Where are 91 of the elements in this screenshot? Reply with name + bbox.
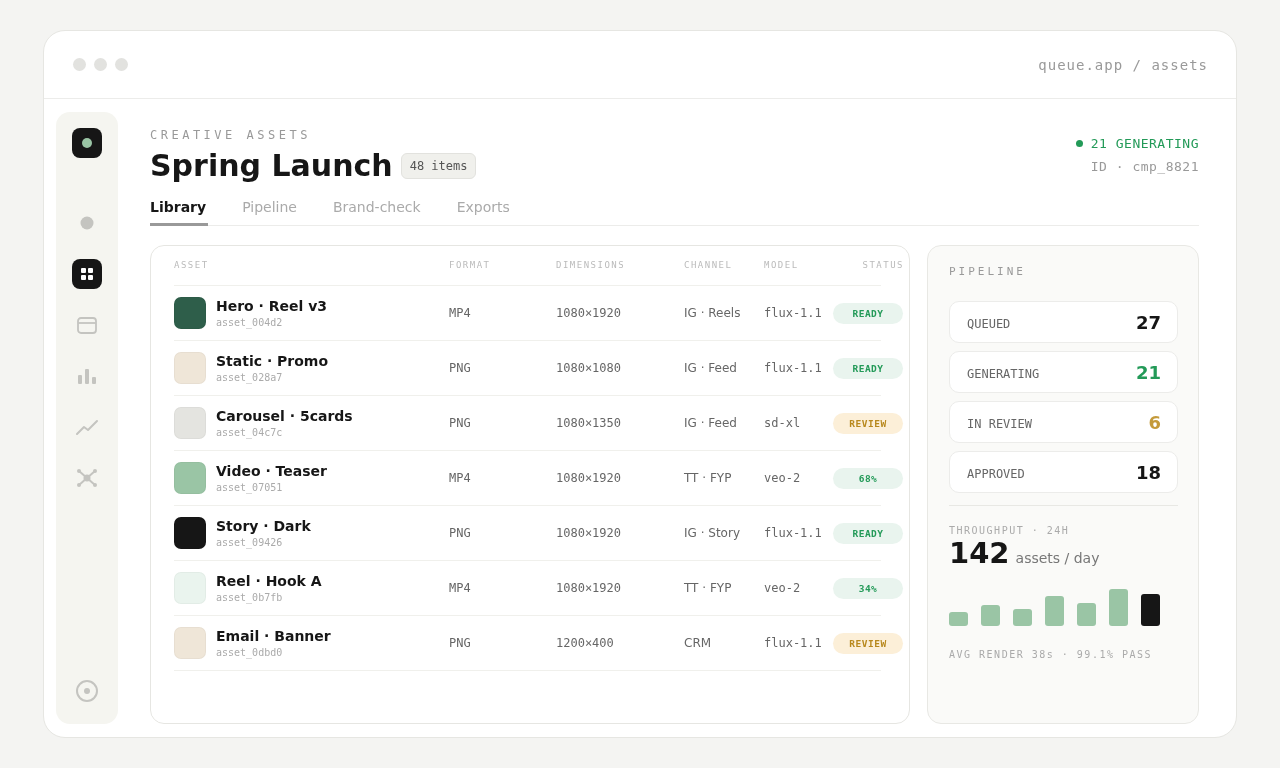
table-cell-text: MP4 <box>449 471 472 485</box>
table-cell-text: flux-1.1 <box>764 361 823 375</box>
render-stats: AVG RENDER 38s · 99.1% PASS <box>949 648 1154 660</box>
asset-name: Video · Teaser <box>216 463 327 479</box>
status-badge: REVIEW <box>833 633 903 654</box>
column-header: STATUS <box>861 260 904 270</box>
table-cell-text: 1080×1920 <box>556 306 623 320</box>
table-cell-text: MP4 <box>449 306 472 320</box>
asset-id: asset_004d2 <box>216 317 284 328</box>
window-control[interactable] <box>115 58 128 71</box>
asset-id: asset_028a7 <box>216 372 284 383</box>
asset-name: Reel · Hook A <box>216 573 322 589</box>
window-control[interactable] <box>73 58 86 71</box>
column-header: FORMAT <box>449 260 492 270</box>
stat-value: 18 <box>1135 461 1161 483</box>
table-cell-text: TT · FYP <box>684 581 733 595</box>
table-cell-text: IG · Reels <box>684 306 742 320</box>
throughput-unit: assets / day <box>1015 550 1100 566</box>
status-dot <box>1075 140 1083 147</box>
stat-value: 21 <box>1135 361 1161 383</box>
asset-id: asset_0b7fb <box>216 592 284 603</box>
bar-chart-icon <box>78 368 96 384</box>
table-cell-text: 1200×400 <box>556 636 615 650</box>
campaign-id: ID · cmp_8821 <box>1090 159 1199 174</box>
tab[interactable]: Pipeline <box>242 195 299 226</box>
table-cell-text: TT · FYP <box>684 471 733 485</box>
network-icon <box>76 468 98 488</box>
asset-name: Story · Dark <box>216 518 311 534</box>
status-badge: 68% <box>833 468 903 489</box>
table-cell-text: IG · Feed <box>684 361 738 375</box>
tab[interactable]: Library <box>150 195 209 226</box>
table-cell-text: flux-1.1 <box>764 636 823 650</box>
stat-label: GENERATING <box>967 365 1040 381</box>
address-text: queue.app / assets <box>1038 56 1208 73</box>
table-cell-text: sd-xl <box>764 416 802 430</box>
stat-label: QUEUED <box>967 315 1011 331</box>
throughput-value: 142 <box>949 538 1010 570</box>
status-badge: REVIEW <box>833 413 903 434</box>
stat-value: 6 <box>1148 411 1161 433</box>
throughput-label: THROUGHPUT · 24H <box>949 525 1071 536</box>
status-badge: READY <box>833 303 903 324</box>
table-cell-text: veo-2 <box>764 471 802 485</box>
trend-line-icon <box>76 419 98 435</box>
status-badge: READY <box>833 523 903 544</box>
grid-icon <box>80 267 94 281</box>
table-cell-text: PNG <box>449 636 472 650</box>
generating-status: 21 GENERATING <box>1090 136 1199 151</box>
table-cell-text: IG · Story <box>684 526 741 540</box>
table-cell-text: PNG <box>449 416 472 430</box>
window-control[interactable] <box>94 58 107 71</box>
asset-id: asset_07051 <box>216 482 284 493</box>
status-badge: READY <box>833 358 903 379</box>
stat-label: APPROVED <box>967 465 1025 481</box>
table-cell-text: PNG <box>449 526 472 540</box>
table-cell-text: 1080×1920 <box>556 526 623 540</box>
column-header: CHANNEL <box>684 260 734 270</box>
target-icon <box>75 679 99 703</box>
asset-name: Email · Banner <box>216 628 331 644</box>
table-cell-text: CRM <box>684 636 713 650</box>
logo-icon[interactable] <box>72 128 102 158</box>
asset-name: Hero · Reel v3 <box>216 298 328 314</box>
asset-id: asset_04c7c <box>216 427 284 438</box>
asset-name: Carousel · 5cards <box>216 408 353 424</box>
table-cell-text: 1080×1920 <box>556 581 623 595</box>
column-header: MODEL <box>764 260 800 270</box>
table-cell-text: 1080×1920 <box>556 471 623 485</box>
table-cell-text: flux-1.1 <box>764 526 823 540</box>
column-header: ASSET <box>174 260 210 270</box>
status-badge: 34% <box>833 578 903 599</box>
table-cell-text: PNG <box>449 361 472 375</box>
asset-id: asset_0dbd0 <box>216 647 284 658</box>
column-header: DIMENSIONS <box>556 260 627 270</box>
table-cell-text: 1080×1350 <box>556 416 623 430</box>
card-icon <box>77 316 97 334</box>
stat-label: IN REVIEW <box>967 415 1033 431</box>
page-title: Spring Launch <box>150 148 393 183</box>
tab[interactable]: Brand-check <box>332 195 423 226</box>
asset-id: asset_09426 <box>216 537 284 548</box>
item-count-badge: 48 items <box>400 152 477 179</box>
section-eyebrow: CREATIVE ASSETS <box>150 128 312 142</box>
table-cell-text: IG · Feed <box>684 416 738 430</box>
tab[interactable]: Exports <box>456 195 512 226</box>
panel-title: PIPELINE <box>949 265 1027 278</box>
stat-value: 27 <box>1135 311 1161 333</box>
table-cell-text: MP4 <box>449 581 472 595</box>
table-cell-text: flux-1.1 <box>764 306 823 320</box>
dot-icon <box>80 216 94 230</box>
table-cell-text: 1080×1080 <box>556 361 623 375</box>
asset-name: Static · Promo <box>216 353 329 369</box>
sidebar-item[interactable] <box>72 259 102 289</box>
table-cell-text: veo-2 <box>764 581 802 595</box>
